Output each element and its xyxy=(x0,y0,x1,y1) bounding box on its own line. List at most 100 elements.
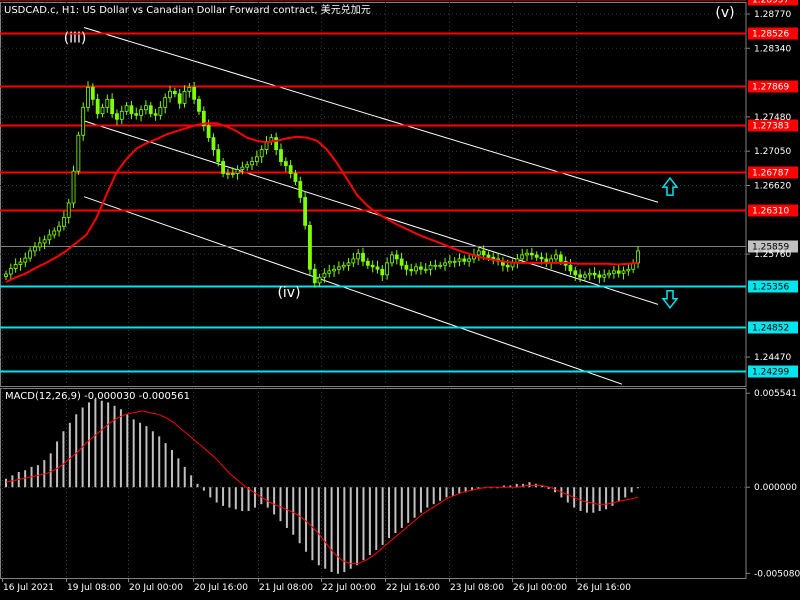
resistance-line-value: 1.27383 xyxy=(752,122,789,132)
macd-histogram-bar xyxy=(343,487,346,573)
support-line-value: 1.24299 xyxy=(752,368,789,378)
macd-histogram-bar xyxy=(413,487,416,518)
candle-body xyxy=(529,252,534,256)
candle-body xyxy=(226,173,230,175)
macd-histogram-bar xyxy=(202,487,205,491)
y-tick-label: 1.27050 xyxy=(754,147,791,157)
macd-histogram-bar xyxy=(579,487,582,511)
candle-body xyxy=(298,181,303,198)
candle-body xyxy=(447,260,452,264)
candle-body xyxy=(370,264,375,268)
macd-histogram-bar xyxy=(196,483,199,488)
macd-histogram-bar xyxy=(222,487,225,506)
candle-body xyxy=(356,252,361,260)
macd-panel-frame xyxy=(0,388,747,579)
candle-body xyxy=(279,149,283,162)
candle-body xyxy=(95,98,100,115)
candle-body xyxy=(346,262,351,266)
candle-body xyxy=(312,268,317,284)
candle-body xyxy=(611,270,616,274)
macd-histogram-bar xyxy=(330,487,333,573)
candle-body xyxy=(148,105,153,115)
candle-body xyxy=(187,86,192,92)
resistance-line-value: 1.27869 xyxy=(752,83,789,93)
candle-body xyxy=(283,161,288,166)
macd-histogram-bar xyxy=(585,487,588,513)
candle-body xyxy=(443,262,447,266)
support-line-value: 1.25356 xyxy=(752,283,789,293)
macd-histogram-bar xyxy=(388,487,391,539)
x-tick-label: 21 Jul 08:00 xyxy=(259,583,313,593)
candle-body xyxy=(216,149,221,162)
candle-body xyxy=(419,266,423,270)
candle-body xyxy=(158,106,163,116)
macd-histogram-bar xyxy=(637,487,639,489)
candle-body xyxy=(428,264,433,270)
candle-body xyxy=(452,260,457,263)
macd-histogram-bar xyxy=(177,458,180,488)
candle-body xyxy=(139,109,143,116)
x-tick-label: 19 Jul 08:00 xyxy=(67,583,121,593)
candle-body xyxy=(322,272,327,278)
candle-body xyxy=(365,260,370,266)
macd-histogram-bar xyxy=(305,487,308,552)
candle-body xyxy=(13,264,18,269)
macd-histogram-bar xyxy=(209,487,212,498)
candle-body xyxy=(534,254,539,258)
candle-body xyxy=(18,261,23,265)
macd-histogram-bar xyxy=(139,422,142,488)
candle-body xyxy=(554,254,558,260)
candle-body xyxy=(351,258,356,264)
x-tick-label: 20 Jul 00:00 xyxy=(129,583,183,593)
macd-histogram-bar xyxy=(439,487,442,501)
y-tick-label: 1.28770 xyxy=(754,10,791,20)
macd-histogram-bar xyxy=(451,487,454,496)
candle-body xyxy=(33,246,37,252)
macd-histogram-bar xyxy=(260,487,263,505)
macd-histogram-bar xyxy=(253,487,256,508)
candle-body xyxy=(221,161,225,174)
resistance-line-value: 1.28957 xyxy=(752,0,789,6)
candle-body xyxy=(399,258,404,266)
macd-histogram-bar xyxy=(279,487,282,522)
candle-body xyxy=(110,98,115,115)
candle-body xyxy=(505,264,510,268)
resistance-line-value: 1.26787 xyxy=(752,169,789,179)
macd-histogram-bar xyxy=(62,431,65,488)
macd-histogram-bar xyxy=(113,405,116,488)
candle-body xyxy=(86,86,90,108)
candle-body xyxy=(42,239,47,244)
wave-label: (iii) xyxy=(64,31,87,47)
candle-body xyxy=(66,202,71,218)
candle-body xyxy=(81,106,86,136)
candle-body xyxy=(274,137,279,150)
candle-body xyxy=(254,156,259,162)
macd-histogram-bar xyxy=(400,487,403,528)
macd-histogram-bar xyxy=(94,399,97,488)
candle-body xyxy=(129,105,134,115)
macd-histogram-bar xyxy=(36,465,39,488)
candle-body xyxy=(525,252,529,256)
candle-body xyxy=(57,225,61,232)
candle-body xyxy=(250,161,254,166)
candle-body xyxy=(457,258,462,262)
macd-tick-label: 0.005541 xyxy=(754,389,797,399)
candle-body xyxy=(153,113,158,116)
candle-body xyxy=(172,90,177,95)
candle-body xyxy=(240,166,245,170)
candle-body xyxy=(602,274,607,278)
candle-body xyxy=(558,254,563,262)
price-chart[interactable]: 1.28957 1.28526 1.27869 1.27383 1.26787 1.263… xyxy=(0,0,800,600)
macd-histogram-bar xyxy=(75,414,78,488)
candle-body xyxy=(211,137,216,150)
candle-body xyxy=(607,272,611,276)
macd-histogram-bar xyxy=(336,487,339,574)
macd-histogram-bar xyxy=(394,487,397,534)
candle-body xyxy=(177,93,182,104)
candle-body xyxy=(592,272,597,276)
candle-body xyxy=(317,276,322,284)
macd-histogram-bar xyxy=(151,431,154,488)
candle-body xyxy=(230,173,235,175)
candle-body xyxy=(404,264,409,270)
macd-histogram-bar xyxy=(266,487,269,508)
